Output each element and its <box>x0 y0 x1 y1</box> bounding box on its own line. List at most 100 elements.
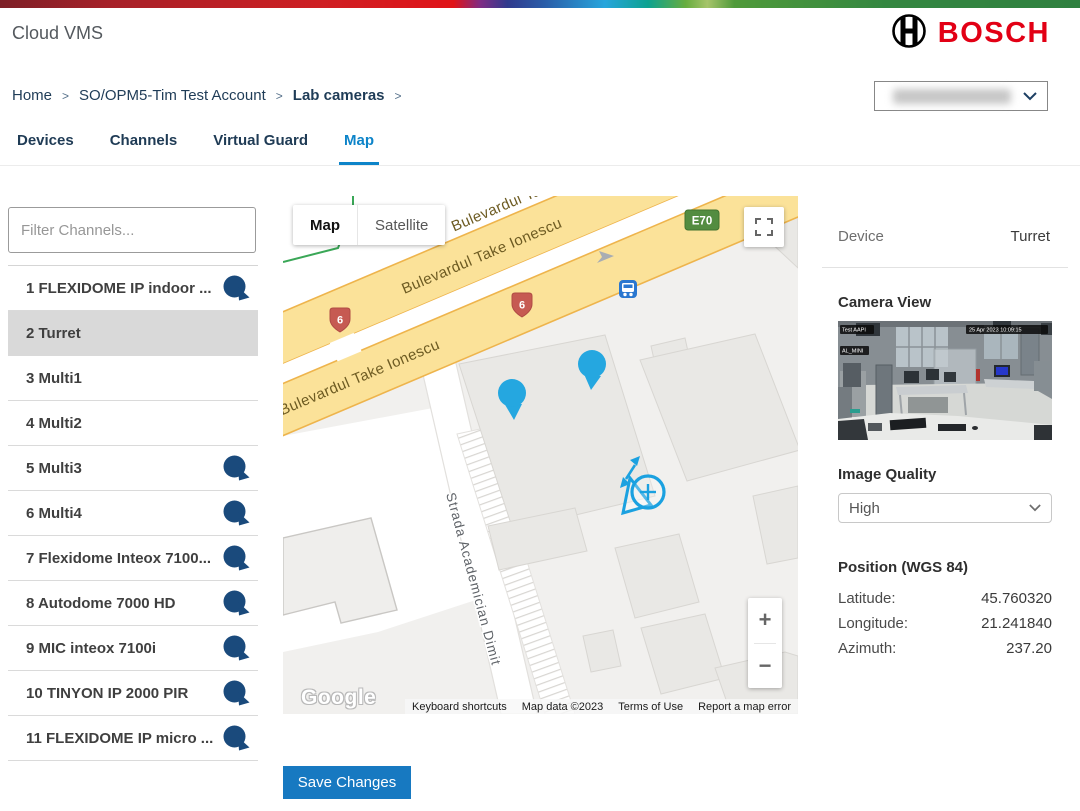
position-row-value: 45.760320 <box>981 586 1052 611</box>
map-type-satellite-button[interactable]: Satellite <box>357 205 445 245</box>
map-canvas[interactable]: Bulevardul Take Ionescu Bulevardul Take … <box>283 196 798 714</box>
breadcrumb-separator: > <box>395 89 402 103</box>
tab[interactable]: Virtual Guard <box>208 132 313 165</box>
channel-list-item[interactable]: 1 FLEXIDOME IP indoor ... <box>8 266 258 311</box>
position-row-value: 21.241840 <box>981 611 1052 636</box>
position-row: Latitude: 45.760320 <box>838 586 1052 611</box>
camera-snapshot-image: Test AAPI AL_MINI 25 Apr 2023 10:09:15 <box>838 321 1052 440</box>
channel-label: 4 Multi2 <box>26 415 82 432</box>
channel-label: 9 MIC inteox 7100i <box>26 640 156 657</box>
attribution-link[interactable]: Keyboard shortcuts <box>412 701 507 713</box>
breadcrumb-item[interactable]: SO/OPM5-Tim Test Account <box>79 87 266 104</box>
camera-marker-icon <box>223 275 250 302</box>
device-value: Turret <box>1011 228 1050 245</box>
map-type-map-button[interactable]: Map <box>293 205 357 245</box>
map-graphics: Bulevardul Take Ionescu Bulevardul Take … <box>283 196 798 714</box>
map-attribution: Keyboard shortcuts Map data ©2023 Terms … <box>405 699 798 714</box>
redacted-account-name <box>893 89 1011 104</box>
filter-channels-input[interactable] <box>8 207 256 253</box>
channel-list-item[interactable]: 10 TINYON IP 2000 PIR <box>8 671 258 716</box>
chevron-down-icon <box>1023 92 1037 101</box>
breadcrumb: Home > SO/OPM5-Tim Test Account > Lab ca… <box>12 87 412 104</box>
breadcrumb-item[interactable]: Lab cameras <box>293 87 385 104</box>
channel-list-item[interactable]: 5 Multi3 <box>8 446 258 491</box>
camera-marker-icon <box>223 725 250 752</box>
tab[interactable]: Channels <box>105 132 183 165</box>
tab[interactable]: Devices <box>12 132 79 165</box>
camera-marker-icon <box>223 635 250 662</box>
channel-list-item[interactable]: 4 Multi2 <box>8 401 258 446</box>
channel-label: 1 FLEXIDOME IP indoor ... <box>26 280 212 297</box>
attribution-link[interactable]: Map data ©2023 <box>522 701 604 713</box>
channel-label: 5 Multi3 <box>26 460 82 477</box>
camera-marker-icon <box>223 590 250 617</box>
image-quality-value: High <box>849 500 880 517</box>
osd-timestamp: 25 Apr 2023 10:09:15 <box>969 328 1022 334</box>
osd-camera-name: Test AAPI <box>842 328 866 334</box>
zoom-out-button[interactable]: − <box>748 644 782 689</box>
bosch-brand: BOSCH <box>890 12 1050 55</box>
channel-list-item[interactable]: 3 Multi1 <box>8 356 258 401</box>
zoom-in-button[interactable]: + <box>748 598 782 643</box>
device-row: Device Turret <box>822 210 1068 261</box>
bosch-supergraphic-bar <box>0 0 1080 8</box>
camera-marker-icon <box>223 545 250 572</box>
channel-list-item[interactable]: 8 Autodome 7000 HD <box>8 581 258 626</box>
camera-marker-icon <box>223 680 250 707</box>
position-row-value: 237.20 <box>1006 636 1052 661</box>
cloud-vms-page: Cloud VMS BOSCH Home > SO/OPM5-T <box>0 0 1080 811</box>
device-details-panel: Device Turret Camera View <box>822 210 1068 661</box>
svg-text:E70: E70 <box>692 216 712 228</box>
e-road-badge: E70 <box>685 210 719 230</box>
map-type-control: Map Satellite <box>293 205 445 245</box>
channel-list-item[interactable]: 2 Turret <box>8 311 258 356</box>
image-quality-select[interactable]: High <box>838 493 1052 523</box>
channel-label: 3 Multi1 <box>26 370 82 387</box>
channel-sidebar: 1 FLEXIDOME IP indoor ... 2 Turret <box>8 207 258 761</box>
bus-stop-icon[interactable] <box>619 280 637 298</box>
breadcrumb-separator: > <box>276 89 283 103</box>
channel-label: 2 Turret <box>26 325 81 342</box>
channel-label: 6 Multi4 <box>26 505 82 522</box>
bosch-anchor-logo-icon <box>890 12 928 55</box>
breadcrumb-item[interactable]: Home <box>12 87 52 104</box>
device-label: Device <box>838 228 884 245</box>
channel-label: 10 TINYON IP 2000 PIR <box>26 685 188 702</box>
channel-label: 11 FLEXIDOME IP micro ... <box>26 730 213 747</box>
panel-divider <box>822 267 1068 268</box>
image-quality-heading: Image Quality <box>838 466 1068 483</box>
channel-list-item[interactable]: 9 MIC inteox 7100i <box>8 626 258 671</box>
breadcrumb-separator: > <box>62 89 69 103</box>
tab[interactable]: Map <box>339 132 379 165</box>
position-row: Longitude: 21.241840 <box>838 611 1052 636</box>
channel-list-item[interactable]: 11 FLEXIDOME IP micro ... <box>8 716 258 761</box>
bosch-wordmark: BOSCH <box>938 17 1050 50</box>
channel-label: 7 Flexidome Inteox 7100... <box>26 550 211 567</box>
chevron-down-icon <box>1029 504 1041 512</box>
position-row-label: Longitude: <box>838 611 908 636</box>
position-heading: Position (WGS 84) <box>838 559 1068 576</box>
channel-label: 8 Autodome 7000 HD <box>26 595 175 612</box>
attribution-link[interactable]: Report a map error <box>698 701 791 713</box>
map-zoom-control: + − <box>748 598 782 688</box>
account-selector[interactable] <box>874 81 1048 111</box>
camera-marker-icon <box>223 455 250 482</box>
channel-list-item[interactable]: 7 Flexidome Inteox 7100... <box>8 536 258 581</box>
camera-marker-icon <box>223 500 250 527</box>
app-title: Cloud VMS <box>12 23 103 44</box>
fullscreen-icon <box>755 218 773 236</box>
position-row-label: Azimuth: <box>838 636 896 661</box>
google-logo[interactable]: Google <box>301 686 376 710</box>
save-changes-button[interactable]: Save Changes <box>283 766 411 799</box>
position-row: Azimuth: 237.20 <box>838 636 1052 661</box>
position-table: Latitude: 45.760320 Longitude: 21.241840… <box>838 586 1052 661</box>
osd-camera-name-2: AL_MINI <box>842 349 864 355</box>
svg-text:6: 6 <box>519 300 525 312</box>
attribution-link[interactable]: Terms of Use <box>618 701 683 713</box>
tab-bar: Devices Channels Virtual Guard Map <box>0 132 1080 166</box>
fullscreen-button[interactable] <box>744 207 784 247</box>
channel-list: 1 FLEXIDOME IP indoor ... 2 Turret <box>8 265 258 761</box>
camera-view-heading: Camera View <box>838 294 1068 311</box>
channel-list-item[interactable]: 6 Multi4 <box>8 491 258 536</box>
svg-text:6: 6 <box>337 315 343 327</box>
